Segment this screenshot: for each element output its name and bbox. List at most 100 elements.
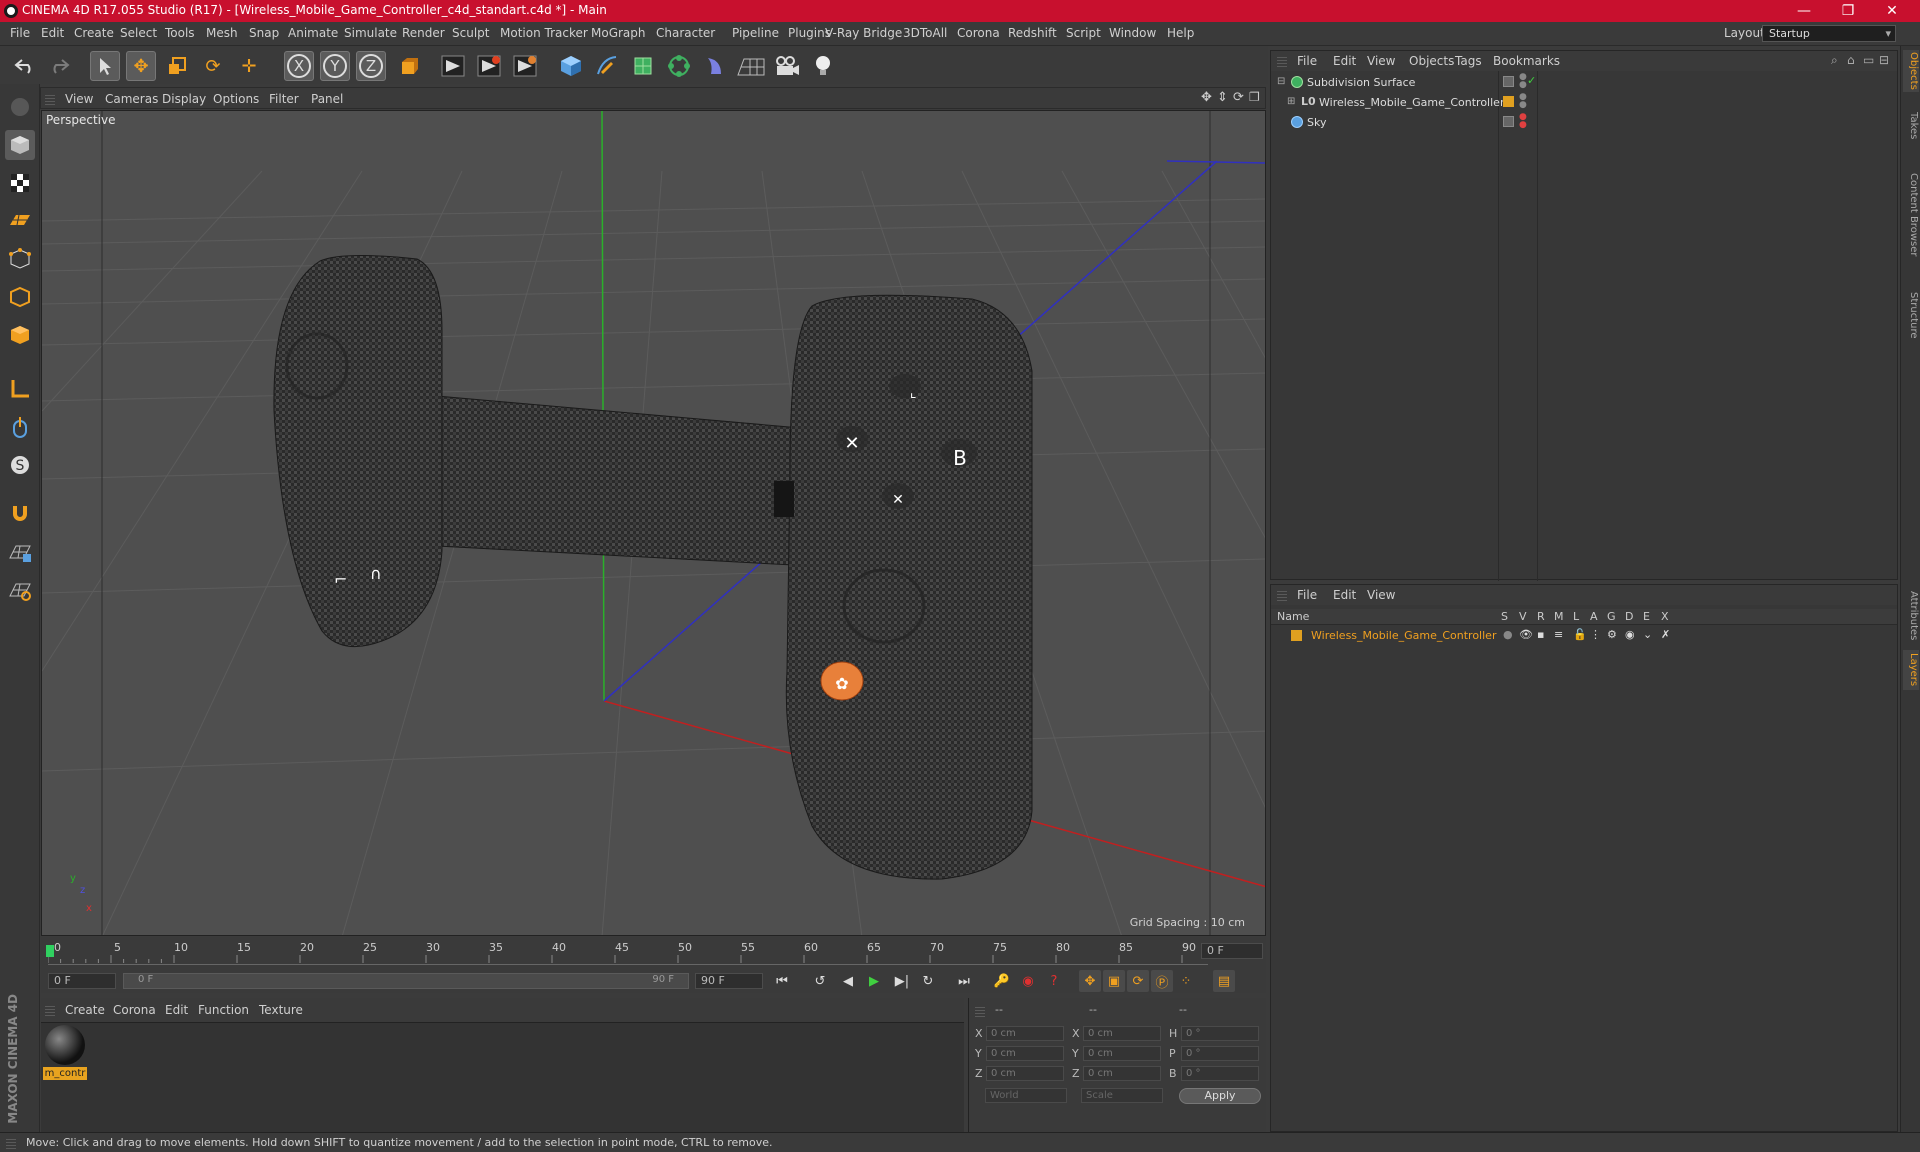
array-icon[interactable]	[664, 51, 694, 81]
go-to-start-icon[interactable]: ⏮	[771, 970, 793, 992]
layer-color-tag[interactable]	[1503, 96, 1514, 107]
view-toggle-icon[interactable]: 👁	[1519, 628, 1533, 641]
previous-key-icon[interactable]: ↺	[809, 970, 831, 992]
start-frame-field[interactable]: 0 F	[48, 973, 116, 989]
col-view[interactable]: V	[1519, 610, 1527, 623]
visibility-dots-icon[interactable]: ● ●	[1519, 93, 1527, 110]
end-frame-field[interactable]: 90 F	[695, 973, 763, 989]
edges-mode-icon[interactable]	[5, 282, 35, 312]
col-render[interactable]: R	[1537, 610, 1545, 623]
object-row-controller[interactable]: ⊞ L0 Wireless_Mobile_Game_Controller ● ●	[1271, 93, 1897, 113]
keyframe-icon[interactable]: 🔑	[991, 970, 1013, 992]
coord-size-y[interactable]: 0 cm	[1083, 1046, 1161, 1061]
record-icon[interactable]: ◉	[1017, 970, 1039, 992]
tab-attributes[interactable]: Attributes	[1903, 586, 1919, 646]
mat-menu-corona[interactable]: Corona	[113, 1003, 156, 1017]
col-name[interactable]: Name	[1277, 610, 1309, 623]
y-axis-icon[interactable]: Y	[320, 51, 350, 81]
coord-pos-x[interactable]: 0 cm	[986, 1026, 1064, 1041]
viewport-menu-options[interactable]: Options	[213, 92, 259, 106]
key-position-icon[interactable]: ✥	[1079, 970, 1101, 992]
col-expressions[interactable]: E	[1643, 610, 1650, 623]
obj-menu-view[interactable]: View	[1367, 54, 1395, 68]
menu-snap[interactable]: Snap	[249, 26, 279, 40]
perspective-viewport[interactable]: ⌞ ✕ B ✕ ✿ ⌐ ∩ Perspective y z x Grid Spa…	[41, 110, 1266, 936]
minimize-button[interactable]: —	[1784, 1, 1824, 21]
game-controller-model[interactable]: ⌞ ✕ B ✕ ✿ ⌐ ∩	[273, 254, 1033, 880]
menu-redshift[interactable]: Redshift	[1008, 26, 1057, 40]
tweak-mode-icon[interactable]	[5, 412, 35, 442]
material-swatch[interactable]: m_contr	[43, 1025, 87, 1081]
texture-mode-icon[interactable]	[5, 168, 35, 198]
step-back-icon[interactable]: ◀	[837, 970, 859, 992]
deformer-icon[interactable]	[700, 51, 730, 81]
obj-menu-objects[interactable]: Objects	[1409, 54, 1454, 68]
menu-file[interactable]: File	[10, 26, 30, 40]
search-icon[interactable]: ⌕	[1831, 53, 1838, 68]
grid-snap-icon[interactable]	[5, 576, 35, 606]
viewport-menu-display[interactable]: Display	[162, 92, 206, 106]
home-icon[interactable]: ⌂	[1847, 53, 1855, 67]
axis-mode-icon[interactable]	[5, 374, 35, 404]
col-deformers[interactable]: D	[1625, 610, 1633, 623]
panel-grip-icon[interactable]	[975, 1005, 985, 1017]
timeline-view-icon[interactable]: ▤	[1213, 970, 1235, 992]
col-animation[interactable]: A	[1590, 610, 1598, 623]
snap-icon[interactable]: S	[5, 450, 35, 480]
key-param-icon[interactable]: Ⓟ	[1151, 970, 1173, 992]
expression-toggle-icon[interactable]: ⌄	[1643, 628, 1652, 641]
current-frame-field[interactable]: 0 F	[1201, 943, 1263, 959]
auto-key-icon[interactable]: ?	[1043, 970, 1065, 992]
z-axis-icon[interactable]: Z	[356, 51, 386, 81]
panel-grip-icon[interactable]	[45, 1004, 55, 1016]
collapse-toggle-icon[interactable]: ⊟	[1277, 76, 1285, 87]
mat-menu-texture[interactable]: Texture	[259, 1003, 303, 1017]
timeline-track[interactable]: 0 5 10 15 20 25 30 35 40 45 50 55 60 65 …	[46, 941, 1208, 965]
obj-menu-edit[interactable]: Edit	[1333, 54, 1356, 68]
tab-content-browser[interactable]: Content Browser	[1903, 150, 1919, 280]
object-mode-icon[interactable]	[5, 130, 35, 160]
layer-tag-icon[interactable]	[1503, 76, 1514, 87]
timeline-ruler[interactable]: 0 5 10 15 20 25 30 35 40 45 50 55 60 65 …	[41, 937, 1266, 969]
viewport-menu-view[interactable]: View	[65, 92, 93, 106]
viewport-menu-panel[interactable]: Panel	[311, 92, 343, 106]
col-locked[interactable]: L	[1573, 610, 1579, 623]
coord-space-select[interactable]: World	[985, 1088, 1067, 1103]
viewport-maximize-icon[interactable]: ❐	[1249, 90, 1260, 104]
camera-icon[interactable]	[772, 51, 802, 81]
scale-icon[interactable]	[162, 51, 192, 81]
layer-tag-icon[interactable]	[1503, 116, 1514, 127]
key-rotation-icon[interactable]: ⟳	[1127, 970, 1149, 992]
col-generators[interactable]: G	[1607, 610, 1616, 623]
playhead-marker[interactable]	[46, 945, 54, 957]
menu-create[interactable]: Create	[74, 26, 114, 40]
lock-toggle-icon[interactable]: 🔓	[1573, 628, 1587, 641]
grid-lock-icon[interactable]	[5, 538, 35, 568]
live-select-icon[interactable]: ✛	[234, 51, 264, 81]
object-row-subdivision[interactable]: ⊟ Subdivision Surface ● ● ✓	[1271, 73, 1897, 93]
menu-character[interactable]: Character	[656, 26, 715, 40]
mat-menu-function[interactable]: Function	[198, 1003, 249, 1017]
panel-grip-icon[interactable]	[1277, 589, 1287, 601]
obj-menu-tags[interactable]: Tags	[1455, 54, 1482, 68]
visibility-dots-icon[interactable]: ● ●	[1519, 113, 1527, 130]
menu-window[interactable]: Window	[1109, 26, 1156, 40]
select-arrow-icon[interactable]	[90, 51, 120, 81]
layer-color-swatch[interactable]	[1291, 630, 1302, 641]
menu-mesh[interactable]: Mesh	[206, 26, 238, 40]
mat-menu-edit[interactable]: Edit	[165, 1003, 188, 1017]
collapse-icon[interactable]: ⊟	[1879, 53, 1889, 67]
magnet-icon[interactable]	[5, 498, 35, 528]
panel-grip-icon[interactable]	[45, 93, 55, 105]
go-to-end-icon[interactable]: ⏭	[953, 970, 975, 992]
pen-icon[interactable]	[592, 51, 622, 81]
menu-motion-tracker[interactable]: Motion Tracker	[500, 26, 588, 40]
menu-edit[interactable]: Edit	[41, 26, 64, 40]
key-grid-icon[interactable]: ⁘	[1175, 970, 1197, 992]
viewport-move-icon[interactable]: ✥	[1201, 90, 1212, 105]
coord-pos-z[interactable]: 0 cm	[986, 1066, 1064, 1081]
coord-size-z[interactable]: 0 cm	[1083, 1066, 1161, 1081]
undo-icon[interactable]	[10, 51, 40, 81]
cube-icon[interactable]	[556, 51, 586, 81]
obj-menu-file[interactable]: File	[1297, 54, 1317, 68]
